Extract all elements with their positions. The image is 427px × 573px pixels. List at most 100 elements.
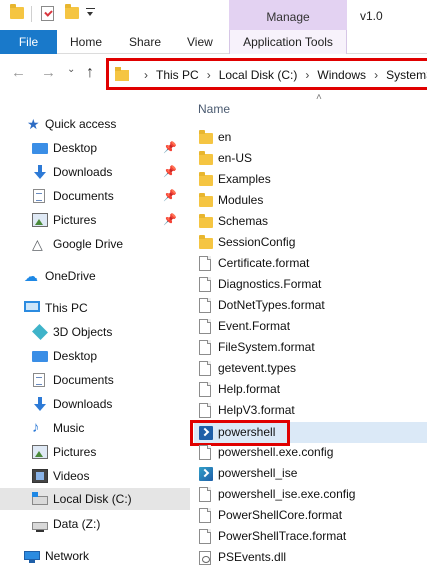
file-name: powershell.exe.config: [218, 445, 334, 459]
nav-onedrive[interactable]: ☁ OneDrive: [0, 265, 190, 287]
list-item[interactable]: PowerShellTrace.format: [194, 526, 427, 547]
documents-icon: [33, 189, 45, 203]
nav-pictures-pinned[interactable]: Pictures 📌: [0, 209, 190, 231]
breadcrumb-this-pc[interactable]: This PC: [156, 68, 199, 82]
file-name: Help.format: [218, 382, 281, 396]
folder-icon[interactable]: [10, 4, 24, 19]
file-icon: [199, 445, 211, 460]
tab-home[interactable]: Home: [70, 30, 102, 54]
pin-icon[interactable]: 📌: [163, 213, 177, 226]
quick-access-star-icon: ★: [27, 116, 40, 132]
nav-google-drive[interactable]: △ Google Drive: [0, 233, 190, 255]
file-name: Event.Format: [218, 319, 291, 333]
file-icon: [199, 529, 211, 544]
file-icon: [199, 403, 211, 418]
list-item[interactable]: Event.Format: [194, 316, 427, 337]
nav-quick-access[interactable]: ★ Quick access: [0, 113, 190, 135]
list-item[interactable]: Help.format: [194, 379, 427, 400]
chevron-right-icon[interactable]: ›: [374, 68, 378, 82]
forward-arrow-icon[interactable]: →: [41, 64, 56, 81]
nav-documents[interactable]: Documents: [0, 369, 190, 391]
chevron-right-icon[interactable]: ›: [305, 68, 309, 82]
nav-3d-objects[interactable]: 3D Objects: [0, 321, 190, 343]
file-icon: [199, 319, 211, 334]
file-name: en: [218, 130, 232, 144]
tab-application-tools[interactable]: Application Tools: [229, 30, 347, 54]
list-item[interactable]: powershell.exe.config: [194, 442, 427, 463]
manage-context-tab[interactable]: Manage: [229, 0, 347, 30]
nav-item-label: Videos: [53, 469, 90, 483]
tab-share[interactable]: Share: [129, 30, 161, 54]
nav-local-disk[interactable]: Local Disk (C:): [0, 488, 190, 510]
list-item[interactable]: Examples: [194, 169, 427, 190]
tab-view[interactable]: View: [187, 30, 213, 54]
address-bar[interactable]: › This PC › Local Disk (C:) › Windows › …: [106, 58, 427, 90]
nav-downloads[interactable]: Downloads: [0, 393, 190, 415]
nav-network[interactable]: Network: [0, 545, 190, 567]
pin-icon[interactable]: 📌: [163, 165, 177, 178]
list-item[interactable]: SessionConfig: [194, 232, 427, 253]
pictures-icon: [32, 213, 48, 227]
file-name: getevent.types: [218, 361, 297, 375]
nav-music[interactable]: ♪ Music: [0, 417, 190, 439]
downloads-icon: [32, 165, 48, 179]
pictures-icon: [32, 445, 48, 459]
list-item[interactable]: en: [194, 127, 427, 148]
new-folder-icon[interactable]: [65, 4, 79, 19]
nav-desktop[interactable]: Desktop: [0, 345, 190, 367]
list-item[interactable]: FileSystem.format: [194, 337, 427, 358]
list-item[interactable]: powershell_ise: [194, 463, 427, 484]
nav-this-pc[interactable]: This PC: [0, 297, 190, 319]
chevron-right-icon[interactable]: ›: [207, 68, 211, 82]
nav-item-label: Pictures: [53, 213, 97, 227]
file-icon: [199, 382, 211, 397]
toolbar-divider: [31, 6, 32, 22]
nav-item-label: Downloads: [53, 397, 113, 411]
nav-desktop-pinned[interactable]: Desktop 📌: [0, 137, 190, 159]
list-item[interactable]: HelpV3.format: [194, 400, 427, 421]
list-item[interactable]: PowerShellCore.format: [194, 505, 427, 526]
list-item[interactable]: PSEvents.dll: [194, 547, 427, 568]
file-name: SessionConfig: [218, 235, 296, 249]
file-name: HelpV3.format: [218, 403, 295, 417]
list-item[interactable]: Diagnostics.Format: [194, 274, 427, 295]
up-arrow-icon[interactable]: ↑: [86, 64, 94, 82]
breadcrumb-local-disk[interactable]: Local Disk (C:): [219, 68, 298, 82]
nav-downloads-pinned[interactable]: Downloads 📌: [0, 161, 190, 183]
nav-item-label: Local Disk (C:): [53, 492, 132, 506]
nav-item-label: Google Drive: [53, 237, 124, 251]
back-arrow-icon[interactable]: ←: [11, 64, 26, 81]
file-icon: [199, 340, 211, 355]
list-item[interactable]: Schemas: [194, 211, 427, 232]
file-name: en-US: [218, 151, 253, 165]
list-item[interactable]: powershell_ise.exe.config: [194, 484, 427, 505]
column-header-name[interactable]: Name: [198, 102, 230, 116]
customize-toolbar-dropdown-icon[interactable]: [86, 8, 95, 18]
recent-locations-chevron-icon[interactable]: ⌄: [67, 64, 75, 75]
list-item[interactable]: en-US: [194, 148, 427, 169]
chevron-right-icon[interactable]: ›: [144, 68, 148, 82]
list-item[interactable]: getevent.types: [194, 358, 427, 379]
file-icon: [199, 361, 211, 376]
nav-data-drive[interactable]: Data (Z:): [0, 513, 190, 535]
pin-icon[interactable]: 📌: [163, 189, 177, 202]
list-item[interactable]: Modules: [194, 190, 427, 211]
nav-videos[interactable]: Videos: [0, 465, 190, 487]
properties-icon[interactable]: [41, 6, 54, 21]
nav-item-label: Desktop: [53, 141, 98, 155]
file-name: Diagnostics.Format: [218, 277, 322, 291]
list-item[interactable]: Certificate.format: [194, 253, 427, 274]
pin-icon[interactable]: 📌: [163, 141, 177, 154]
nav-item-label: Downloads: [53, 165, 113, 179]
file-icon: [199, 277, 211, 292]
breadcrumb-windows[interactable]: Windows: [317, 68, 366, 82]
tab-file[interactable]: File: [0, 30, 57, 54]
network-drive-icon: [32, 522, 48, 532]
file-name: powershell_ise: [218, 466, 298, 480]
nav-item-label: Data (Z:): [53, 517, 101, 531]
network-icon: [24, 551, 40, 563]
list-item[interactable]: DotNetTypes.format: [194, 295, 427, 316]
breadcrumb-system32[interactable]: System32: [386, 68, 427, 82]
nav-documents-pinned[interactable]: Documents 📌: [0, 185, 190, 207]
nav-pictures[interactable]: Pictures: [0, 441, 190, 463]
